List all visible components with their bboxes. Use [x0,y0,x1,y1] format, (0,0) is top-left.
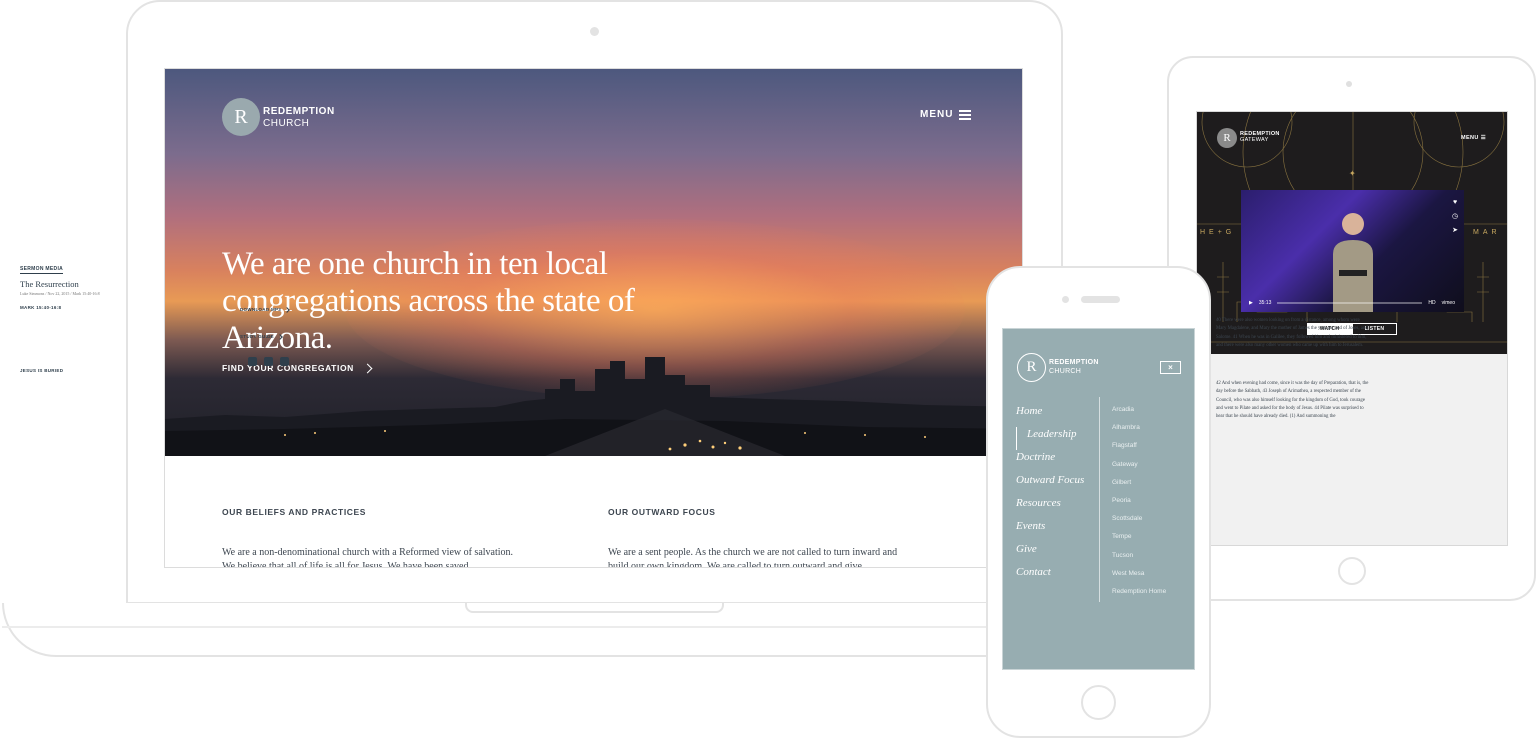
menu-button[interactable]: MENU [920,109,972,120]
laptop-screen: R REDEMPTION CHURCH MENU We are one chur… [164,68,1023,568]
sermon-meta: Luke Simmons / Nov 22, 2015 / Mark 15:40… [20,291,100,296]
like-icon[interactable]: ♥ [1452,196,1458,210]
sermon-media-label: SERMON MEDIA [20,266,64,274]
menu-item-contact[interactable]: Contact [1016,565,1084,588]
congregation-tucson[interactable]: Tucson [1112,551,1166,569]
passage-text: 40 There were also women looking on from… [1216,318,1368,348]
congregation-alhambra[interactable]: Alhambra [1112,423,1166,441]
hero-headline: We are one church in ten local congregat… [222,246,635,356]
share-icons [248,357,289,366]
tablet-logo-wordmark[interactable]: REDEMPTION GATEWAY [1240,131,1280,143]
series-text-left: HE+G [1200,229,1236,236]
phone-camera [1062,296,1069,303]
video-controls[interactable]: ▶ 35:13 HD vimeo [1249,300,1455,306]
phone-screen: R REDEMPTION CHURCH × Home Leadership Do… [1002,328,1195,670]
logo-line-2: CHURCH [263,118,310,129]
tablet-logo-line-2: GATEWAY [1240,137,1269,143]
hd-badge[interactable]: HD [1428,300,1435,306]
beliefs-heading: OUR BELIEFS AND PRACTICES [222,507,367,517]
congregation-tempe[interactable]: Tempe [1112,532,1166,550]
speaker-figure [1333,213,1373,312]
logo-mark[interactable]: R [222,98,260,136]
chevron-right-icon [277,333,283,340]
passage-text-2: 42 And when evening had come, since it w… [1216,381,1369,420]
laptop-base-edge [2,626,1002,628]
phone-home-button [1081,685,1116,720]
chevron-right-icon [362,363,373,373]
vimeo-logo[interactable]: vimeo [1442,300,1455,306]
congregation-gilbert[interactable]: Gilbert [1112,478,1166,496]
congregation-gateway[interactable]: Gateway [1112,460,1166,478]
play-icon[interactable]: ▶ [1249,300,1253,306]
menu-item-home[interactable]: Home [1016,404,1084,427]
phone-logo-mark[interactable]: R [1017,353,1046,382]
email-icon[interactable] [280,357,289,366]
passage-subheading: JESUS IS BURIED [20,368,64,373]
chevron-right-icon [284,306,290,313]
tablet-home-button [1338,557,1366,585]
menu-divider [1099,397,1100,602]
svg-text:✦: ✦ [1349,169,1356,178]
download-mp3-label: DOWNLOAD MP3 [240,307,282,312]
laptop-camera [590,27,599,36]
facebook-icon[interactable] [248,357,257,366]
menu-item-doctrine[interactable]: Doctrine [1016,450,1084,473]
share-icon[interactable]: ➤ [1452,224,1458,238]
study-guide-label: STUDY GUIDE [240,334,274,339]
phone-speaker [1081,296,1120,303]
tablet-logo-mark[interactable]: R [1217,128,1237,148]
congregation-scottsdale[interactable]: Scottsdale [1112,514,1166,532]
logo-wordmark[interactable]: REDEMPTION CHURCH [263,106,335,130]
outward-focus-text: We are a sent people. As the church we a… [608,547,898,568]
watch-later-icon[interactable]: ◷ [1452,210,1458,224]
tablet-camera [1346,81,1352,87]
logo-line-1: REDEMPTION [263,106,335,117]
phone-logo-line-2: CHURCH [1049,367,1082,375]
download-mp3-link[interactable]: DOWNLOAD MP3 [240,306,290,313]
twitter-icon[interactable] [264,357,273,366]
passage-reference: MARK 15:40-16:8 [20,305,62,310]
congregation-flagstaff[interactable]: Flagstaff [1112,441,1166,459]
phone-main-menu: Home Leadership Doctrine Outward Focus R… [1016,404,1084,588]
menu-label: MENU [920,109,954,120]
video-time: 35:13 [1258,300,1272,306]
study-guide-link[interactable]: STUDY GUIDE [240,333,283,340]
find-congregation-link[interactable]: FIND YOUR CONGREGATION [222,363,373,373]
outward-focus-heading: OUR OUTWARD FOCUS [608,507,716,517]
sermon-title: The Resurrection [20,279,79,289]
laptop-notch [465,603,724,613]
tablet-menu-button[interactable]: MENU ☰ [1461,135,1486,141]
hamburger-icon [959,109,972,120]
menu-item-leadership[interactable]: Leadership [1016,427,1084,450]
video-side-controls[interactable]: ♥ ◷ ➤ [1452,196,1458,238]
phone-logo-line-1: REDEMPTION [1049,359,1099,366]
congregation-list: Arcadia Alhambra Flagstaff Gateway Gilbe… [1112,405,1166,605]
tablet-menu-label: MENU [1461,135,1479,141]
congregation-redemption-home[interactable]: Redemption Home [1112,587,1166,605]
beliefs-text: We are a non-denominational church with … [222,547,514,568]
menu-item-give[interactable]: Give [1016,542,1084,565]
congregation-peoria[interactable]: Peoria [1112,496,1166,514]
menu-item-outward-focus[interactable]: Outward Focus [1016,473,1084,496]
close-menu-button[interactable]: × [1160,361,1181,374]
video-progress-bar[interactable] [1277,302,1423,304]
congregation-west-mesa[interactable]: West Mesa [1112,569,1166,587]
menu-item-resources[interactable]: Resources [1016,496,1084,519]
menu-item-events[interactable]: Events [1016,519,1084,542]
congregation-arcadia[interactable]: Arcadia [1112,405,1166,423]
series-text-right: MAR [1473,229,1501,236]
hero-section: R REDEMPTION CHURCH MENU We are one chur… [165,69,1022,456]
video-player[interactable]: ♥ ◷ ➤ ▶ 35:13 HD vimeo [1241,190,1464,312]
phone-logo-wordmark[interactable]: REDEMPTION CHURCH [1049,359,1099,376]
